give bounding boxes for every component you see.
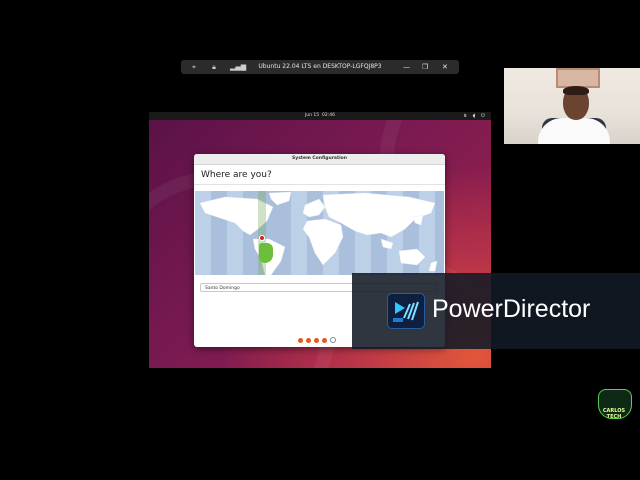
step-dot	[306, 338, 311, 343]
date-label: Jun 15	[304, 113, 320, 118]
location-pin-icon[interactable]	[259, 235, 265, 241]
clock[interactable]: Jun 15 02:46	[149, 112, 491, 120]
person-shirt	[538, 118, 610, 144]
powerdirector-watermark: PowerDirector	[352, 273, 640, 349]
webcam-overlay	[504, 68, 640, 144]
time-label: 02:46	[322, 113, 336, 118]
step-dot	[298, 338, 303, 343]
ubuntu-top-bar: Jun 15 02:46 ⋔ ◖ ⏻	[149, 112, 491, 120]
powerdirector-logo-icon	[387, 293, 425, 329]
world-map-graphic	[195, 191, 438, 275]
person-hair	[563, 86, 589, 95]
selected-region	[259, 243, 273, 263]
step-dot	[322, 338, 327, 343]
channel-label: CARLOS TECH	[602, 408, 626, 420]
lock-icon[interactable]: 🔒︎	[210, 63, 218, 71]
signal-icon[interactable]: ▂▄▆	[230, 63, 246, 71]
system-tray[interactable]: ⋔ ◖ ⏻	[463, 112, 487, 120]
remote-connection-bar: ⌖ 🔒︎ ▂▄▆ Ubuntu 22.04 LTS en DESKTOP-LGF…	[181, 60, 459, 74]
restore-button[interactable]: ❐	[422, 63, 428, 71]
step-dot	[330, 337, 336, 343]
pin-icon[interactable]: ⌖	[190, 63, 198, 71]
progress-dots	[298, 328, 339, 347]
close-button[interactable]: ✕	[442, 63, 448, 71]
page-heading: Where are you?	[201, 170, 272, 180]
channel-logo: CARLOS TECH	[596, 386, 632, 420]
step-dot	[314, 338, 319, 343]
dialog-title: System Configuration	[194, 154, 445, 165]
connection-title: Ubuntu 22.04 LTS en DESKTOP-LGFQJ8P3	[258, 63, 382, 70]
timezone-map[interactable]	[195, 191, 444, 275]
minimize-button[interactable]: —	[403, 63, 410, 71]
divider	[194, 184, 445, 185]
wall-picture	[556, 68, 600, 88]
brand-name: PowerDirector	[432, 295, 591, 323]
